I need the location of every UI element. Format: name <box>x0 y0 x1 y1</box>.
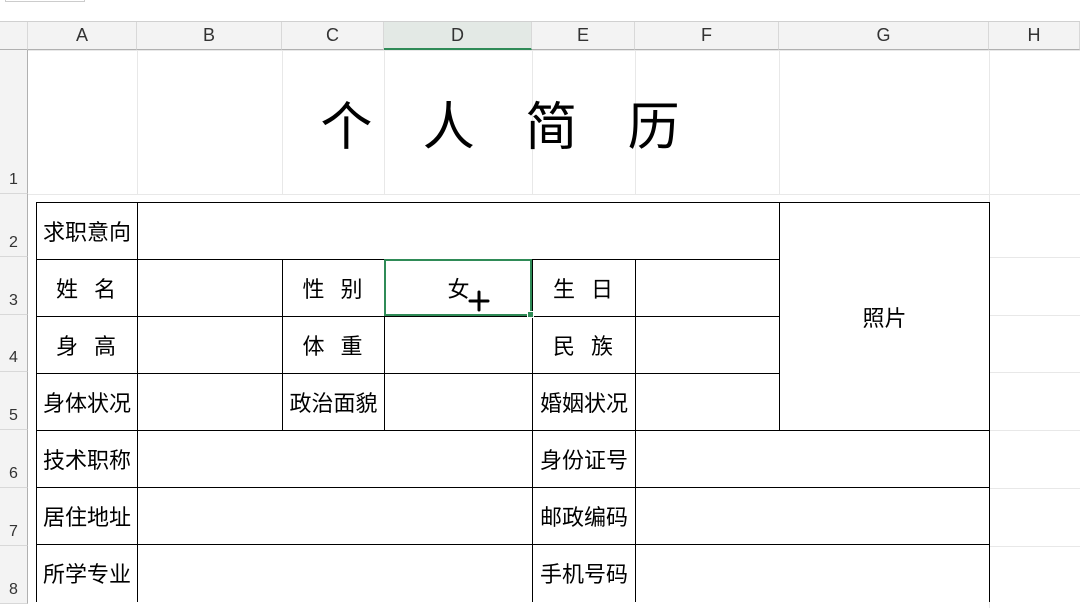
label-job-intent[interactable]: 求职意向 <box>37 203 138 260</box>
sheet-area[interactable]: 个 人 简 历 求职意向 照片 姓名 性别 女 生日 身高 体重 民族 <box>28 50 1080 608</box>
select-all-corner[interactable] <box>0 22 28 50</box>
name-box[interactable] <box>5 0 85 2</box>
col-header-B[interactable]: B <box>137 22 282 50</box>
col-header-E[interactable]: E <box>532 22 635 50</box>
row-header-2[interactable]: 2 <box>0 194 28 257</box>
col-header-D[interactable]: D <box>384 22 532 50</box>
column-headers: A B C D E F G H <box>28 22 1080 50</box>
title-cell[interactable]: 个 人 简 历 <box>28 50 990 194</box>
row-header-4[interactable]: 4 <box>0 315 28 372</box>
value-name[interactable] <box>138 260 283 317</box>
value-health[interactable] <box>138 374 283 431</box>
label-tech-title[interactable]: 技术职称 <box>37 431 138 488</box>
label-major[interactable]: 所学专业 <box>37 545 138 602</box>
label-name[interactable]: 姓名 <box>37 260 138 317</box>
fx-label: fx <box>375 0 389 5</box>
label-id-number[interactable]: 身份证号 <box>533 431 636 488</box>
row-header-8[interactable]: 8 <box>0 546 28 604</box>
label-politics[interactable]: 政治面貌 <box>283 374 385 431</box>
value-address[interactable] <box>138 488 533 545</box>
label-ethnicity[interactable]: 民族 <box>533 317 636 374</box>
value-postcode[interactable] <box>636 488 990 545</box>
label-birthday[interactable]: 生日 <box>533 260 636 317</box>
value-weight[interactable] <box>385 317 533 374</box>
col-header-A[interactable]: A <box>28 22 137 50</box>
label-weight[interactable]: 体重 <box>283 317 385 374</box>
value-phone[interactable] <box>636 545 990 602</box>
row-header-3[interactable]: 3 <box>0 257 28 315</box>
label-phone[interactable]: 手机号码 <box>533 545 636 602</box>
value-gender[interactable]: 女 <box>385 260 533 317</box>
value-major[interactable] <box>138 545 533 602</box>
value-ethnicity[interactable] <box>636 317 780 374</box>
resume-table: 求职意向 照片 姓名 性别 女 生日 身高 体重 民族 身体状况 <box>36 202 990 602</box>
col-header-G[interactable]: G <box>779 22 989 50</box>
formula-bar-fragment: fx <box>0 0 1080 22</box>
row-headers: 1 2 3 4 5 6 7 8 <box>0 50 28 608</box>
col-header-H[interactable]: H <box>989 22 1080 50</box>
value-tech-title[interactable] <box>138 431 533 488</box>
row-header-5[interactable]: 5 <box>0 372 28 430</box>
value-job-intent[interactable] <box>138 203 780 260</box>
label-gender[interactable]: 性别 <box>283 260 385 317</box>
col-header-C[interactable]: C <box>282 22 384 50</box>
label-address[interactable]: 居住地址 <box>37 488 138 545</box>
value-id-number[interactable] <box>636 431 990 488</box>
row-header-6[interactable]: 6 <box>0 430 28 488</box>
value-marriage[interactable] <box>636 374 780 431</box>
label-postcode[interactable]: 邮政编码 <box>533 488 636 545</box>
label-health[interactable]: 身体状况 <box>37 374 138 431</box>
label-height[interactable]: 身高 <box>37 317 138 374</box>
label-marriage[interactable]: 婚姻状况 <box>533 374 636 431</box>
value-height[interactable] <box>138 317 283 374</box>
col-header-F[interactable]: F <box>635 22 779 50</box>
value-politics[interactable] <box>385 374 533 431</box>
row-header-7[interactable]: 7 <box>0 488 28 546</box>
row-header-1[interactable]: 1 <box>0 50 28 194</box>
value-birthday[interactable] <box>636 260 780 317</box>
photo-cell[interactable]: 照片 <box>780 203 990 431</box>
